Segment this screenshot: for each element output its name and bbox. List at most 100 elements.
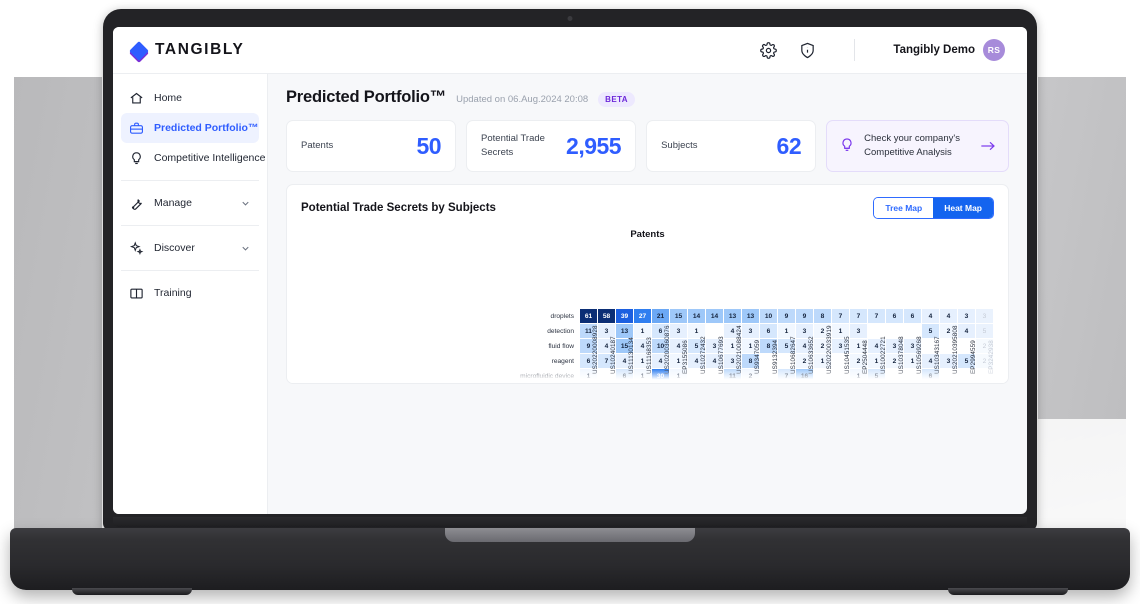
heatmap-cell[interactable]: 4 xyxy=(886,384,904,385)
heatmap-column-header[interactable]: EP3155086 xyxy=(670,308,689,374)
heatmap-column-header[interactable]: US10343167 xyxy=(922,308,941,374)
laptop-base xyxy=(10,528,1130,595)
user-menu[interactable]: Tangibly Demo RS xyxy=(893,39,1005,61)
sidebar-item-home[interactable]: Home xyxy=(121,83,259,113)
tab-heat-map[interactable]: Heat Map xyxy=(933,198,993,218)
sidebar: Home Predicted Portfolio™ Competitive In… xyxy=(113,74,268,514)
heatmap-cell[interactable] xyxy=(652,384,670,385)
last-updated-text: Updated on 06.Aug.2024 20:08 xyxy=(456,94,589,105)
heatmap-cell[interactable]: 4 xyxy=(976,384,994,385)
heatmap-panel: Potential Trade Secrets by Subjects Tree… xyxy=(286,184,1009,384)
heatmap-cell[interactable] xyxy=(832,384,850,385)
heatmap-column-header[interactable]: US20210395808 xyxy=(940,308,959,374)
app-screen: TANGIBLY Tangibly Demo RS Home Predicted… xyxy=(113,27,1027,514)
app-topbar: TANGIBLY Tangibly Demo RS xyxy=(113,27,1027,74)
shield-info-icon[interactable] xyxy=(799,42,816,59)
sparkles-icon xyxy=(129,240,144,256)
page-title: Predicted Portfolio™ xyxy=(286,88,447,106)
heatmap-column-header[interactable]: US10240187 xyxy=(598,308,617,374)
sidebar-item-label: Manage xyxy=(154,197,192,209)
heatmap-cell[interactable]: 1 xyxy=(688,384,706,385)
chevron-down-icon xyxy=(242,246,249,251)
heatmap-column-header[interactable]: US10451535 xyxy=(832,308,851,374)
stat-label: Potential Trade Secrets xyxy=(481,133,545,158)
heatmap-column-header[interactable]: EP2504448 xyxy=(850,308,869,374)
sidebar-item-label: Competitive Intelligence xyxy=(154,152,266,164)
heatmap-cell[interactable]: 9 xyxy=(742,384,760,385)
sidebar-item-label: Predicted Portfolio™ xyxy=(154,122,259,134)
heatmap-column-header[interactable]: US11130134 xyxy=(616,308,635,374)
app-body: Home Predicted Portfolio™ Competitive In… xyxy=(113,74,1027,514)
stat-cards: Patents 50 Potential Trade Secrets 2,955… xyxy=(286,120,1009,172)
page-header: Predicted Portfolio™ Updated on 06.Aug.2… xyxy=(286,88,1009,107)
laptop-foot-left xyxy=(72,588,192,595)
panel-header: Potential Trade Secrets by Subjects Tree… xyxy=(301,197,994,219)
heatmap-column-header[interactable]: US9132394 xyxy=(760,308,779,374)
stat-card-subjects[interactable]: Subjects 62 xyxy=(646,120,817,172)
heatmap-column-header[interactable]: US10022721 xyxy=(868,308,887,374)
heatmap-column-header[interactable]: US20220008928 xyxy=(580,308,599,374)
sidebar-divider xyxy=(121,180,259,181)
heatmap-cell[interactable]: 2 xyxy=(958,384,976,385)
heatmap-cell[interactable]: 1 xyxy=(814,384,832,385)
heatmap-column-header[interactable]: EP3242938 xyxy=(976,308,995,374)
heatmap-cell[interactable]: 3 xyxy=(598,384,616,385)
heatmap-column-header[interactable]: US9347059 xyxy=(742,308,761,374)
heatmap-column-header[interactable]: US10272432 xyxy=(688,308,707,374)
stat-card-potential-trade-secrets[interactable]: Potential Trade Secrets 2,955 xyxy=(466,120,637,172)
heatmap-row-label[interactable]: nucleic acid target xyxy=(474,384,579,385)
tab-tree-map[interactable]: Tree Map xyxy=(874,198,934,218)
heatmap-column-header[interactable]: US20220033919 xyxy=(814,308,833,374)
heatmap-cell[interactable] xyxy=(796,384,814,385)
sidebar-item-label: Discover xyxy=(154,242,195,254)
laptop-foot-right xyxy=(948,588,1068,595)
heatmap-cell[interactable] xyxy=(724,384,742,385)
heatmap-column-header[interactable]: EP2994559 xyxy=(958,308,977,374)
cta-text: Check your company's Competitive Analysi… xyxy=(864,132,971,161)
sidebar-item-discover[interactable]: Discover xyxy=(121,233,259,263)
heatmap-cell[interactable]: 7 xyxy=(616,384,634,385)
heatmap-cell[interactable] xyxy=(904,384,922,385)
heatmap-column-header[interactable]: US10633652 xyxy=(796,308,815,374)
status-badge: BETA xyxy=(598,92,635,107)
heatmap-cell[interactable] xyxy=(670,384,688,385)
laptop-lid: TANGIBLY Tangibly Demo RS Home Predicted… xyxy=(103,9,1037,531)
heatmap-column-header[interactable]: US10682647 xyxy=(778,308,797,374)
avatar: RS xyxy=(983,39,1005,61)
sidebar-item-label: Home xyxy=(154,92,183,104)
cta-line-1: Check your company's xyxy=(864,132,960,144)
gear-icon[interactable] xyxy=(760,41,778,59)
wrench-icon xyxy=(129,196,144,211)
heatmap-cell[interactable]: 4 xyxy=(706,384,724,385)
competitive-analysis-cta[interactable]: Check your company's Competitive Analysi… xyxy=(826,120,1009,172)
home-icon xyxy=(129,91,144,106)
sidebar-item-predicted-portfolio[interactable]: Predicted Portfolio™ xyxy=(121,113,259,143)
stat-value: 62 xyxy=(776,132,802,159)
heatmap-column-header[interactable]: US10569268 xyxy=(904,308,923,374)
view-toggle: Tree Map Heat Map xyxy=(873,197,994,219)
stat-card-patents[interactable]: Patents 50 xyxy=(286,120,457,172)
heatmap-cell[interactable]: 15 xyxy=(580,384,598,385)
brand-logo[interactable]: TANGIBLY xyxy=(129,40,276,63)
main-content: Predicted Portfolio™ Updated on 06.Aug.2… xyxy=(268,74,1027,514)
heatmap-cell[interactable] xyxy=(760,384,778,385)
sidebar-divider xyxy=(121,225,259,226)
heatmap-column-header[interactable]: US20210088424 xyxy=(724,308,743,374)
chevron-down-icon xyxy=(242,201,249,206)
user-name: Tangibly Demo xyxy=(893,44,975,56)
heatmap-column-header[interactable]: US10378048 xyxy=(886,308,905,374)
heatmap-cell[interactable]: 2 xyxy=(922,384,940,385)
sidebar-item-manage[interactable]: Manage xyxy=(121,188,259,218)
heatmap-cell[interactable]: 3 xyxy=(634,384,652,385)
heatmap-cell[interactable]: 2 xyxy=(940,384,958,385)
heatmap-cell[interactable]: 1 xyxy=(778,384,796,385)
sidebar-item-competitive-intelligence[interactable]: Competitive Intelligence xyxy=(121,143,265,173)
heatmap-column-header[interactable]: US11168353 xyxy=(634,308,653,374)
diamond-logo-icon xyxy=(129,40,149,63)
sidebar-item-training[interactable]: Training xyxy=(121,278,259,308)
heatmap-cell[interactable]: 1 xyxy=(850,384,868,385)
heatmap-column-header[interactable]: US20200360876 xyxy=(652,308,671,374)
heatmap-cell[interactable]: 2 xyxy=(868,384,886,385)
heatmap-column-header[interactable]: US10677693 xyxy=(706,308,725,374)
screenshot-stage: TANGIBLY Tangibly Demo RS Home Predicted… xyxy=(0,0,1140,604)
